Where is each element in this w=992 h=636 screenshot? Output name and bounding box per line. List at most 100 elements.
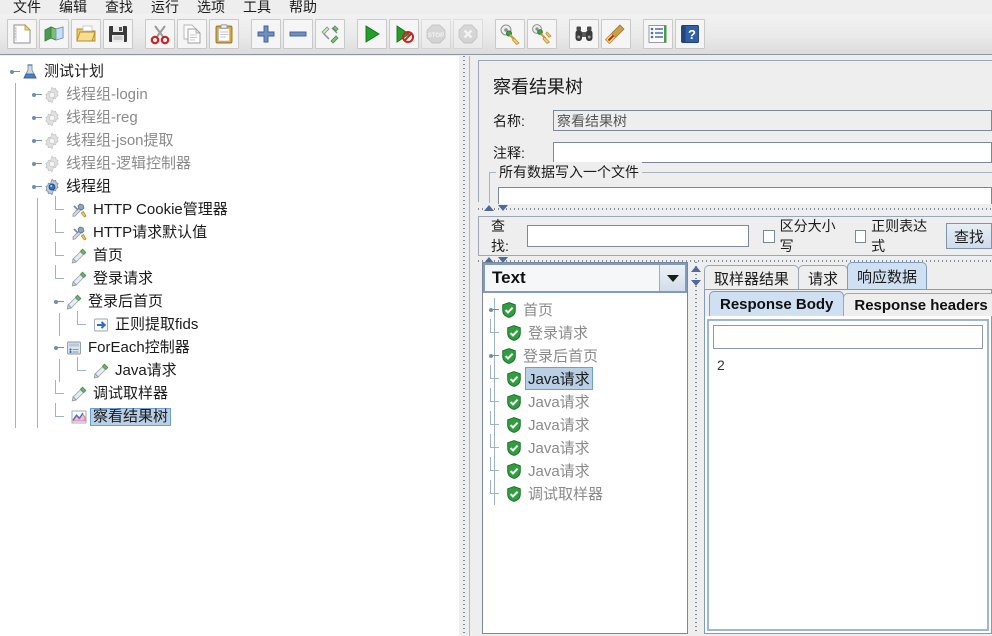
tree-expand-toggle[interactable]	[32, 112, 43, 123]
tree-expand-toggle[interactable]	[32, 135, 43, 146]
result-node[interactable]: 登录请求	[483, 319, 687, 344]
menu-item-edit[interactable]: 编辑	[50, 0, 96, 14]
function-helper-button[interactable]	[643, 19, 673, 49]
tree-guide-line	[15, 359, 16, 382]
result-node[interactable]: Java请求	[483, 457, 687, 482]
comment-label: 注释:	[493, 144, 525, 161]
menu-item-run[interactable]: 运行	[142, 0, 188, 14]
shutdown-test-button[interactable]	[453, 19, 483, 49]
templates-button[interactable]	[39, 19, 69, 49]
response-body-text[interactable]: 2	[713, 355, 983, 625]
result-branch-elbow	[489, 388, 505, 413]
copy-button[interactable]	[177, 19, 207, 49]
tree-collapse-toggle[interactable]	[54, 296, 65, 307]
main-tab[interactable]: 取样器结果	[704, 265, 800, 290]
tree-node[interactable]: 察看结果树	[0, 403, 458, 428]
collapse-up-icon[interactable]	[484, 205, 494, 211]
tree-expand-toggle[interactable]	[32, 158, 43, 169]
thread-group-icon	[43, 132, 61, 150]
tree-node[interactable]: 首页	[0, 242, 458, 267]
expand-down-icon[interactable]	[498, 205, 508, 211]
tree-node[interactable]: 正则提取fids	[0, 311, 458, 336]
tree-branch-elbow	[54, 265, 70, 290]
tree-node[interactable]: HTTP Cookie管理器	[0, 196, 458, 221]
tree-expand-toggle[interactable]	[32, 89, 43, 100]
tree-node[interactable]: HTTP请求默认值	[0, 219, 458, 244]
tree-collapse-toggle[interactable]	[10, 66, 21, 77]
result-node[interactable]: 调试取样器	[483, 480, 687, 505]
main-tab[interactable]: 请求	[798, 265, 849, 290]
tree-node[interactable]: 线程组-reg	[0, 106, 458, 129]
cut-button[interactable]	[145, 19, 175, 49]
tree-node[interactable]: 线程组-login	[0, 83, 458, 106]
expand-all-button[interactable]	[251, 19, 281, 49]
tree-node[interactable]: ForEach控制器	[0, 336, 458, 359]
tree-node[interactable]: 测试计划	[0, 60, 458, 83]
horizontal-splitter-top[interactable]	[478, 204, 992, 214]
save-button[interactable]	[103, 19, 133, 49]
collapse-all-button[interactable]	[283, 19, 313, 49]
tree-guide-line	[15, 106, 16, 129]
result-expand-toggle[interactable]	[489, 350, 500, 361]
vertical-splitter[interactable]	[458, 56, 470, 636]
splitter-grip	[463, 56, 465, 636]
tree-guide-line	[37, 336, 38, 359]
start-test-button[interactable]	[357, 19, 387, 49]
result-node[interactable]: 首页	[483, 298, 687, 321]
tree-node[interactable]: 登录后首页	[0, 290, 458, 313]
search-button[interactable]	[569, 19, 599, 49]
toggle-enabled-button[interactable]	[315, 19, 345, 49]
tree-guide-line	[15, 313, 16, 336]
tree-node[interactable]: 线程组	[0, 175, 458, 198]
paste-button[interactable]	[209, 19, 239, 49]
tree-collapse-toggle[interactable]	[54, 342, 65, 353]
result-node[interactable]: Java请求	[483, 411, 687, 436]
test-plan-tree-panel[interactable]: 测试计划 线程组-login 线程组-reg 线程组-json提取线程组-逻辑控制器线…	[0, 56, 458, 636]
menu-item-file[interactable]: 文件	[4, 0, 50, 14]
results-tree[interactable]: 首页 登录请求 登录后首页 Java请求 Java请求 Java请求 Java请求 Java请…	[483, 294, 687, 633]
chevron-down-icon[interactable]	[659, 265, 685, 291]
help-button[interactable]: ?	[675, 19, 705, 49]
start-no-timers-button[interactable]	[389, 19, 419, 49]
menu-item-help[interactable]: 帮助	[280, 0, 326, 14]
results-collapse-right-icon[interactable]	[691, 280, 701, 286]
tree-node[interactable]: 线程组-逻辑控制器	[0, 152, 458, 175]
result-node[interactable]: 登录后首页	[483, 344, 687, 367]
results-collapse-left-icon[interactable]	[691, 266, 701, 272]
scissors-icon	[149, 23, 171, 45]
menu-item-options[interactable]: 选项	[188, 0, 234, 14]
tree-node[interactable]: 调试取样器	[0, 380, 458, 405]
tree-node-label: 线程组-json提取	[66, 131, 174, 149]
main-tab[interactable]: 响应数据	[847, 262, 928, 290]
sub-tab[interactable]: Response headers	[843, 293, 992, 316]
open-file-button[interactable]	[71, 19, 101, 49]
clear-all-button[interactable]	[527, 19, 557, 49]
find-button[interactable]: 查找	[946, 223, 992, 249]
tree-node[interactable]: 线程组-json提取	[0, 129, 458, 152]
result-node[interactable]: Java请求	[483, 388, 687, 413]
results-splitter-grip	[695, 262, 697, 634]
result-node[interactable]: Java请求	[483, 365, 687, 390]
search-reset-button[interactable]	[601, 19, 631, 49]
clear-button[interactable]	[495, 19, 525, 49]
tree-node[interactable]: Java请求	[0, 357, 458, 382]
search-input[interactable]	[527, 225, 750, 247]
result-node[interactable]: Java请求	[483, 434, 687, 459]
tree-node[interactable]: 登录请求	[0, 265, 458, 290]
sub-tab[interactable]: Response Body	[709, 291, 845, 316]
result-expand-toggle[interactable]	[489, 304, 500, 315]
case-sensitive-checkbox[interactable]: 区分大小写	[763, 216, 840, 256]
menu-item-tools[interactable]: 工具	[234, 0, 280, 14]
render-format-combo[interactable]: Text	[483, 263, 687, 293]
regex-checkbox[interactable]: 正则表达式	[854, 216, 932, 256]
response-filter-input[interactable]	[713, 325, 983, 349]
comment-input[interactable]	[553, 142, 992, 163]
menu-item-search[interactable]: 查找	[96, 0, 142, 14]
new-test-plan-button[interactable]	[7, 19, 37, 49]
results-splitter[interactable]	[690, 262, 702, 634]
name-input[interactable]: 察看结果树	[553, 110, 992, 131]
stop-test-button[interactable]: STOP	[421, 19, 451, 49]
copy-pages-icon	[181, 23, 203, 45]
tree-collapse-toggle[interactable]	[32, 181, 43, 192]
test-plan-tree[interactable]: 测试计划 线程组-login 线程组-reg 线程组-json提取线程组-逻辑控制器线…	[0, 56, 458, 428]
